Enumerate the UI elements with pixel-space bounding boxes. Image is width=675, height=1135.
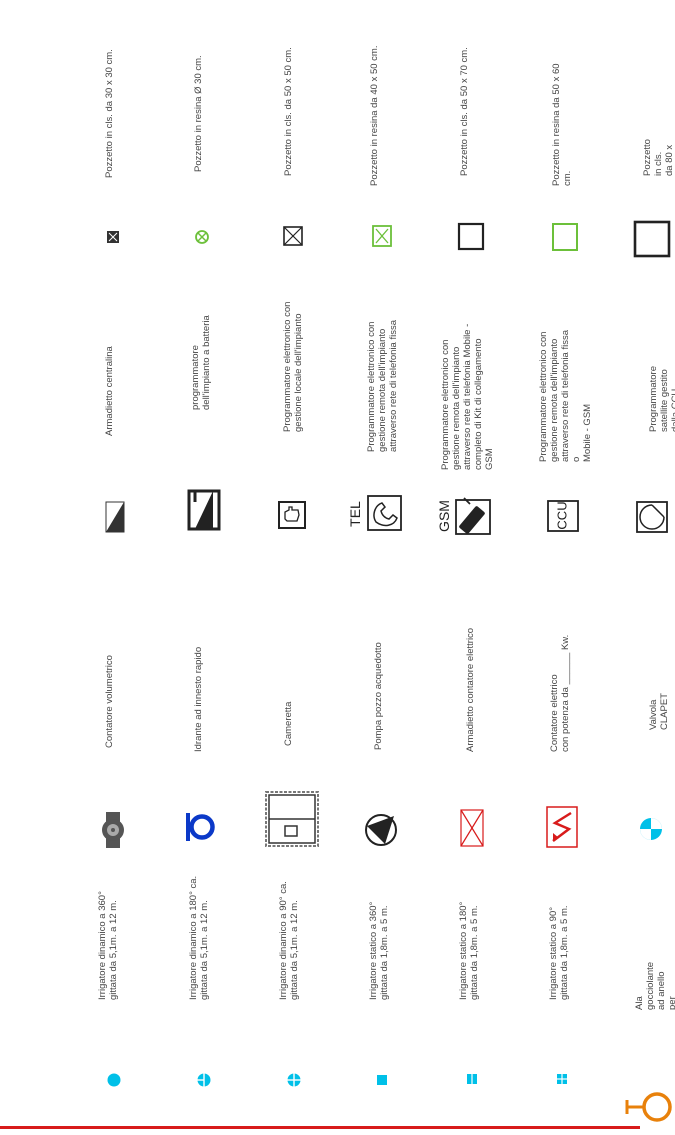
legend-label-r4c2: Pompa pozzo acquedotto bbox=[373, 642, 384, 750]
legend-label-r6c2: Contatore elettrico con potenza da _____… bbox=[549, 634, 571, 752]
legend-label-r5c1: Irrigatore statico a 180° gittata da 1,8… bbox=[458, 901, 480, 1000]
legend-label-r1c2: Contatore volumetrico bbox=[104, 655, 115, 748]
drip-ring-icon bbox=[624, 1080, 674, 1135]
sprinkler-180-icon bbox=[195, 1071, 213, 1089]
legend-label-r1c3: Armadietto centralina bbox=[104, 346, 115, 436]
tel-programmer-icon: TEL bbox=[347, 490, 404, 536]
resin-well-round-icon bbox=[194, 229, 210, 245]
legend-label-r3c4: Pozzetto in cls. da 50 x 50 cm. bbox=[283, 47, 294, 176]
legend-label-r1c1: Irrigatore dinamico a 360° gittata da 5,… bbox=[97, 891, 119, 1000]
ccu-programmer-icon: CCU bbox=[545, 498, 581, 534]
sprinkler-360-icon bbox=[106, 1072, 122, 1088]
cls-well-50-icon bbox=[282, 225, 304, 247]
cls-well-30-icon bbox=[106, 230, 120, 244]
legend-label-r7c1: Ala gocciolante ad anello per filare alb… bbox=[634, 961, 675, 1010]
electric-meter-icon bbox=[545, 805, 579, 849]
legend-label-r3c3: Programmatore elettronico con gestione l… bbox=[282, 301, 304, 432]
legend-label-r7c4: Pozzetto in cls. da 80 x 80 cm. bbox=[642, 139, 675, 176]
static-sprinkler-180-icon bbox=[465, 1072, 479, 1086]
gsm-programmer-icon: GSM bbox=[436, 494, 496, 540]
chamber-icon bbox=[263, 790, 321, 848]
resin-well-40x50-icon bbox=[371, 224, 393, 248]
legend-label-r4c3: Programmatore elettronico con gestione r… bbox=[366, 319, 399, 452]
legend-label-r2c3: programmatore dell'impianto a batteria bbox=[190, 315, 212, 410]
legend-label-r3c2: Cameretta bbox=[283, 701, 294, 746]
legend-label-r6c4: Pozzetto in resina da 50 x 60 cm. bbox=[551, 63, 573, 186]
ccu-text: CCU bbox=[554, 501, 570, 530]
legend-label-r2c2: Idrante ad innesto rapido bbox=[193, 646, 204, 752]
legend-label-r6c3: Programmatore elettronico con gestione r… bbox=[538, 329, 593, 462]
legend-label-r7c2: Valvola CLAPET bbox=[648, 693, 670, 730]
pump-icon bbox=[363, 812, 399, 848]
legend-label-r4c4: Pozzetto in resina da 40 x 50 cm. bbox=[369, 45, 380, 186]
legend-label-r7c3: Programmatore satellite gestito dalla CC… bbox=[648, 366, 675, 432]
legend-label-r5c3: Programmatore elettronico con gestione r… bbox=[440, 323, 495, 470]
battery-programmer-icon bbox=[186, 488, 222, 532]
cls-well-50x70-icon bbox=[456, 222, 486, 252]
resin-well-50x60-icon bbox=[550, 221, 580, 253]
control-cabinet-icon bbox=[104, 500, 126, 534]
legend-label-r2c1: Irrigatore dinamico a 180° ca. gittata d… bbox=[188, 875, 210, 1000]
gsm-text: GSM bbox=[435, 500, 452, 532]
drip-line-red-line bbox=[0, 1126, 640, 1130]
meter-cabinet-icon bbox=[459, 808, 485, 848]
legend-label-r5c4: Pozzetto in cls. da 50 x 70 cm. bbox=[459, 47, 470, 176]
legend-label-r1c4: Pozzetto in cls. da 30 x 30 cm. bbox=[104, 49, 115, 178]
tel-text: TEL bbox=[346, 501, 363, 527]
water-meter-icon bbox=[98, 810, 128, 850]
sprinkler-90-icon bbox=[285, 1071, 303, 1089]
legend-label-r6c1: Irrigatore statico a 90° gittata da 1,8m… bbox=[548, 905, 570, 1000]
legend-label-r4c1: Irrigatore statico a 360° gittata da 1,8… bbox=[368, 901, 390, 1000]
cls-well-80-icon bbox=[632, 219, 672, 259]
hydrant-icon bbox=[183, 805, 217, 849]
legend-label-r2c4: Pozzetto in resina Ø 30 cm. bbox=[193, 55, 204, 172]
legend-label-r3c1: Irrigatore dinamico a 90° ca. gittata da… bbox=[278, 881, 300, 1000]
clapet-valve-icon bbox=[637, 815, 665, 843]
satellite-programmer-icon bbox=[634, 499, 670, 535]
static-sprinkler-360-icon bbox=[375, 1073, 389, 1087]
legend-label-r5c2: Armadietto contatore elettrico bbox=[465, 627, 476, 752]
local-programmer-icon bbox=[276, 499, 308, 531]
static-sprinkler-90-icon bbox=[555, 1072, 569, 1086]
